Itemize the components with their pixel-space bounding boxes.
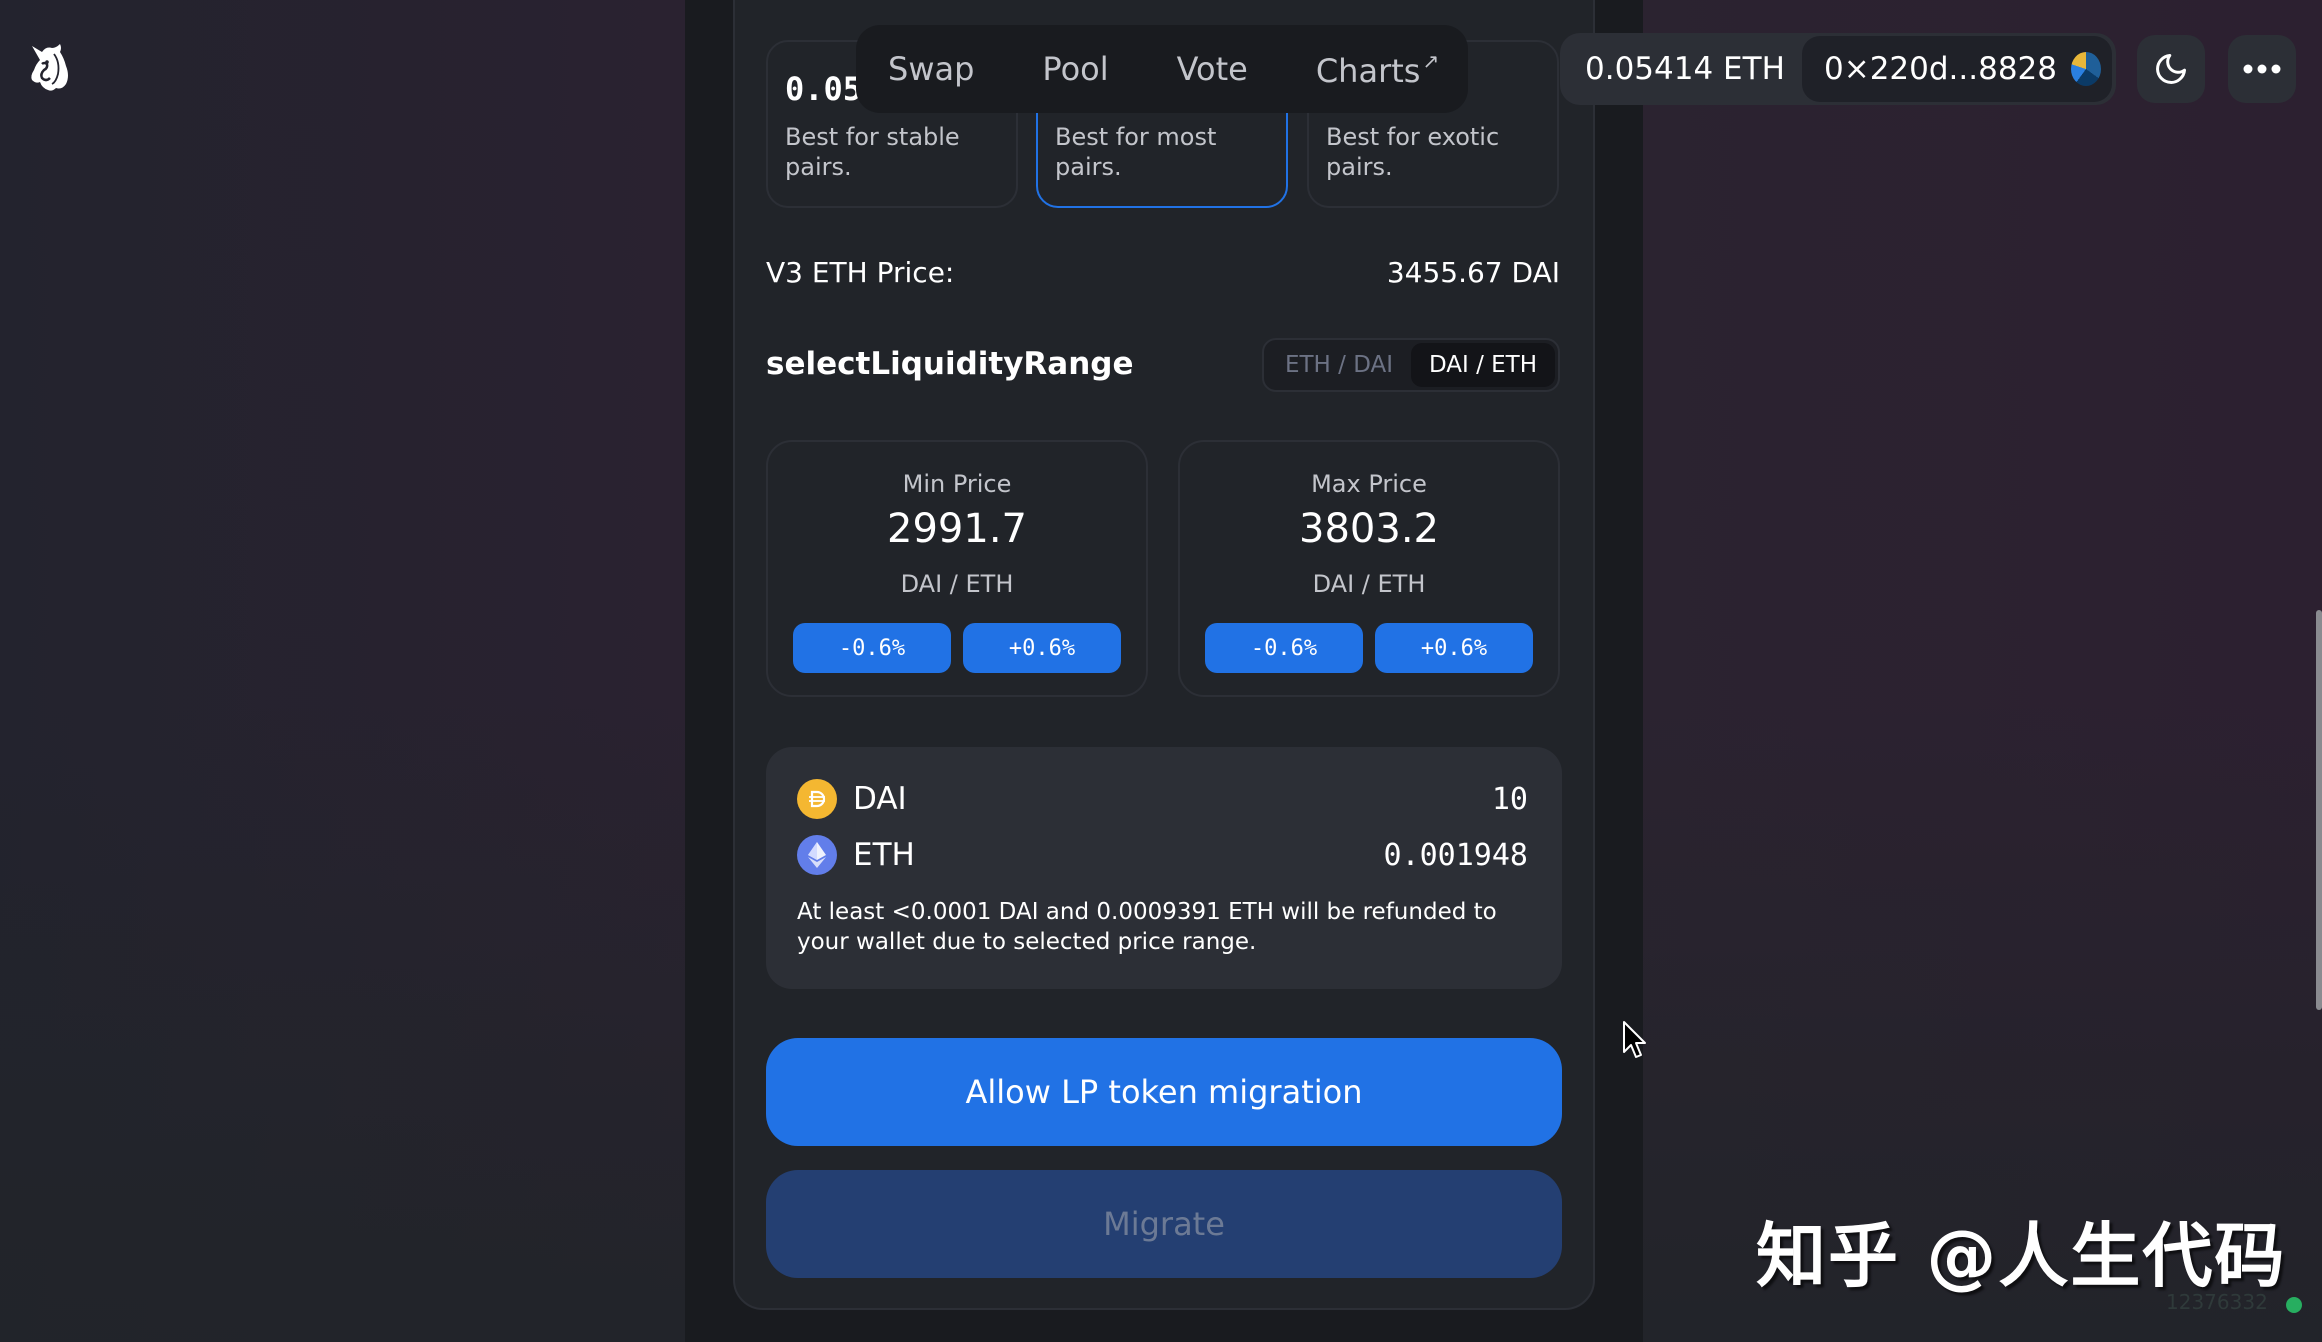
fee-tier-description: Best for exotic pairs. — [1326, 123, 1500, 181]
eth-balance: 0.05414 ETH — [1585, 51, 1785, 87]
uniswap-unicorn-icon[interactable] — [22, 40, 72, 95]
fee-tier-value: 0.05 — [785, 70, 863, 108]
token-amounts-box: DAI 10 ETH 0.001948 At least <0.0001 DAI… — [766, 747, 1562, 989]
more-menu-button[interactable] — [2228, 35, 2296, 103]
token-row-dai: DAI 10 — [797, 779, 1528, 819]
external-link-icon: ↗ — [1422, 48, 1440, 73]
min-price-unit: DAI / ETH — [900, 570, 1014, 598]
migrate-button[interactable]: Migrate — [766, 1170, 1562, 1278]
wallet-avatar-icon — [2071, 52, 2101, 86]
token-row-eth: ETH 0.001948 — [797, 835, 1528, 875]
toggle-eth-dai[interactable]: ETH / DAI — [1267, 343, 1411, 387]
fee-tier-description: Best for stable pairs. — [785, 123, 960, 181]
token-symbol: DAI — [853, 781, 907, 817]
min-price-decrease-button[interactable]: -0.6% — [793, 623, 951, 673]
page-scrollbar[interactable] — [2316, 610, 2322, 1010]
moon-icon — [2156, 54, 2186, 84]
eth-coin-icon — [797, 835, 837, 875]
fee-tier-description: Best for most pairs. — [1055, 123, 1217, 181]
v3-price-value: 3455.67 DAI — [1386, 256, 1560, 289]
network-status-dot — [2286, 1297, 2302, 1313]
v3-price-label: V3 ETH Price: — [766, 256, 955, 289]
max-price-box: Max Price 3803.2 DAI / ETH -0.6% +0.6% — [1178, 440, 1560, 697]
more-dots-icon — [2243, 64, 2281, 74]
wallet-address-button[interactable]: 0×220d...8828 — [1802, 36, 2112, 102]
max-price-value: 3803.2 — [1299, 506, 1439, 552]
main-nav: Swap Pool Vote Charts ↗ — [856, 25, 1468, 113]
nav-charts-label: Charts — [1315, 51, 1421, 90]
account-panel: 0.05414 ETH 0×220d...8828 — [1560, 33, 2116, 105]
allow-migration-button[interactable]: Allow LP token migration — [766, 1038, 1562, 1146]
mouse-cursor-icon — [1623, 1021, 1646, 1058]
refund-note: At least <0.0001 DAI and 0.0009391 ETH w… — [797, 899, 1497, 955]
token-symbol: ETH — [853, 837, 915, 873]
theme-toggle-button[interactable] — [2137, 35, 2205, 103]
dai-coin-icon — [797, 779, 837, 819]
min-price-box: Min Price 2991.7 DAI / ETH -0.6% +0.6% — [766, 440, 1148, 697]
token-amount: 10 — [1491, 781, 1528, 817]
nav-pool[interactable]: Pool — [1042, 50, 1108, 88]
min-price-value: 2991.7 — [887, 506, 1027, 552]
nav-swap[interactable]: Swap — [888, 50, 974, 88]
max-price-increase-button[interactable]: +0.6% — [1375, 623, 1533, 673]
wallet-address: 0×220d...8828 — [1824, 51, 2057, 87]
min-price-label: Min Price — [902, 470, 1012, 498]
max-price-label: Max Price — [1311, 470, 1427, 498]
toggle-dai-eth[interactable]: DAI / ETH — [1411, 343, 1555, 387]
nav-vote[interactable]: Vote — [1177, 50, 1248, 88]
price-direction-toggle: ETH / DAI DAI / ETH — [1262, 338, 1560, 392]
watermark-text: 知乎 @人生代码 — [1756, 1215, 2287, 1297]
min-price-increase-button[interactable]: +0.6% — [963, 623, 1121, 673]
range-section-title: selectLiquidityRange — [766, 346, 1134, 382]
max-price-unit: DAI / ETH — [1312, 570, 1426, 598]
block-number[interactable]: 12376332 — [2166, 1290, 2268, 1314]
max-price-decrease-button[interactable]: -0.6% — [1205, 623, 1363, 673]
token-amount: 0.001948 — [1383, 837, 1529, 873]
nav-charts[interactable]: Charts ↗ — [1316, 49, 1439, 90]
